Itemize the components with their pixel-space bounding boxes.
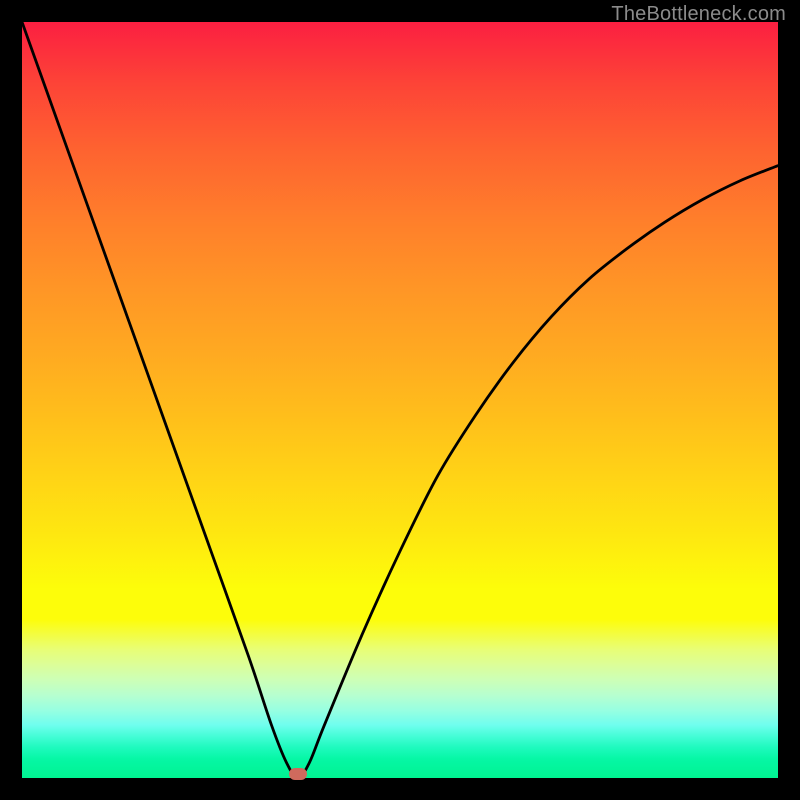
chart-plot-area bbox=[22, 22, 778, 778]
minimum-marker bbox=[289, 768, 307, 780]
bottleneck-curve bbox=[22, 22, 778, 778]
bottleneck-curve-path bbox=[22, 22, 778, 778]
watermark-text: TheBottleneck.com bbox=[611, 3, 786, 26]
